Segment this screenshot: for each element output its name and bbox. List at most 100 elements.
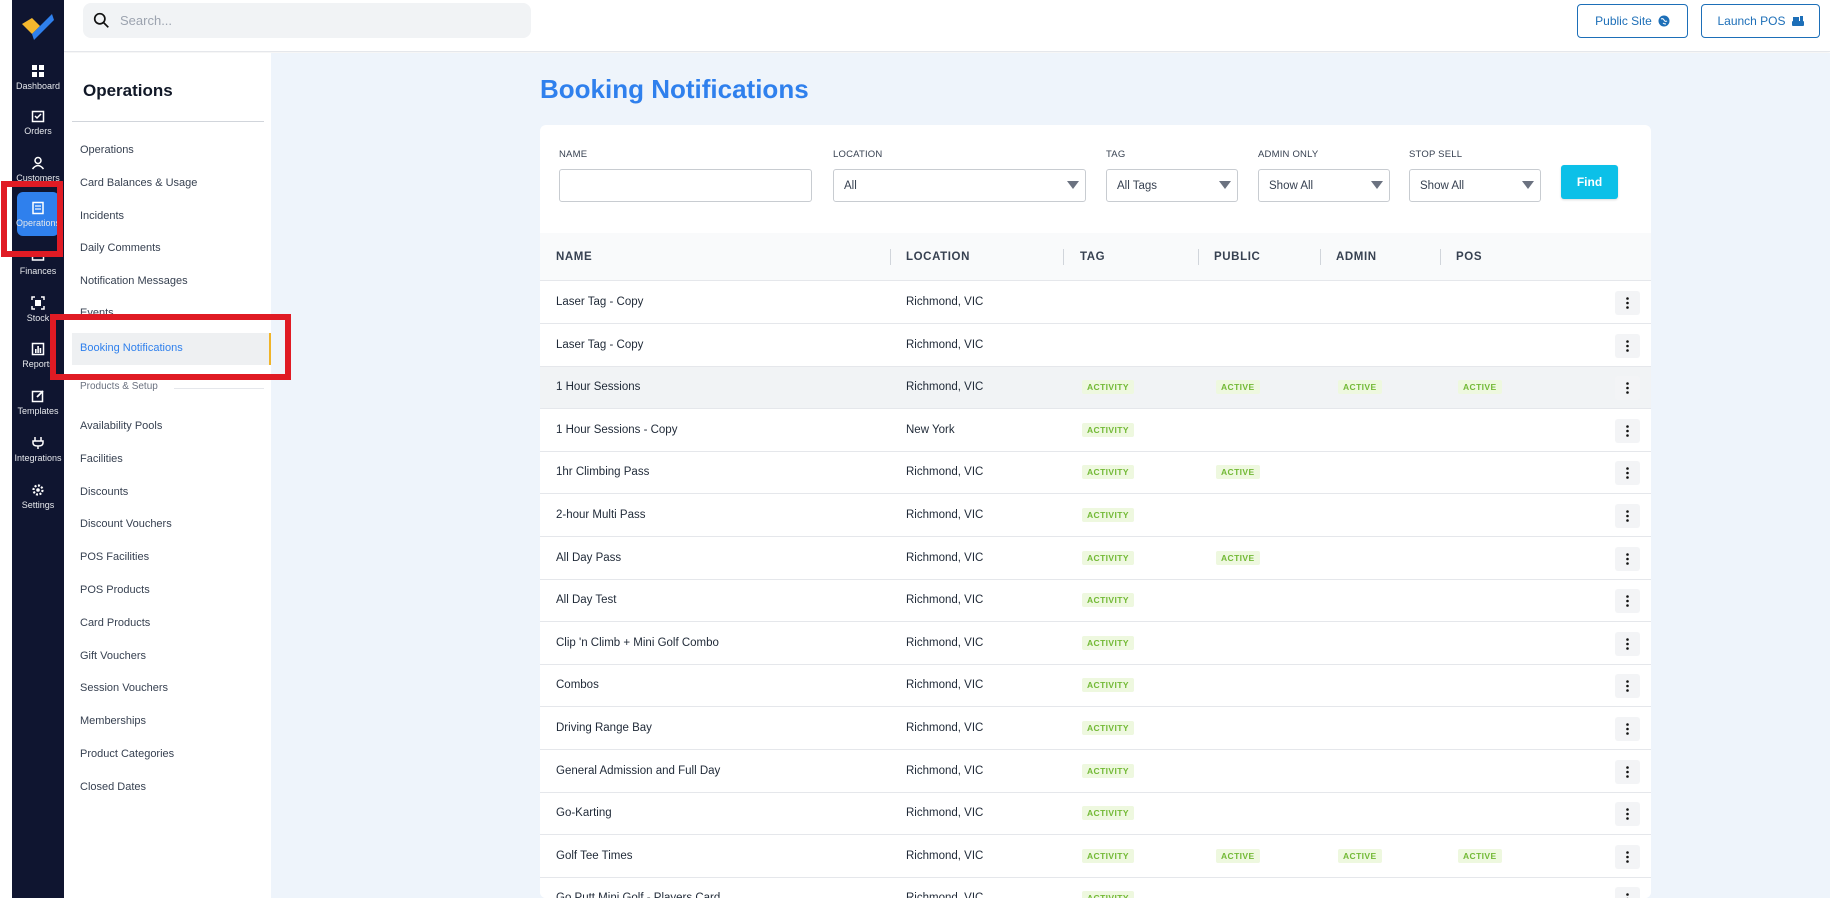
launch-pos-button[interactable]: Launch POS (1701, 4, 1820, 38)
subnav-item-notification-messages[interactable]: Notification Messages (80, 275, 188, 287)
table-row[interactable]: Go-Karting Richmond, VIC ACTIVITY (540, 793, 1651, 836)
column-header-admin[interactable]: ADMIN (1336, 251, 1377, 263)
more-vertical-icon (1626, 723, 1629, 735)
rail-item-dashboard[interactable]: Dashboard (12, 55, 64, 99)
subnav-item-gift-vouchers[interactable]: Gift Vouchers (80, 650, 146, 662)
row-actions-button[interactable] (1615, 674, 1640, 699)
row-location: Richmond, VIC (906, 636, 984, 649)
subnav-item-card-products[interactable]: Card Products (80, 617, 150, 629)
rail-item-settings[interactable]: Settings (12, 474, 64, 518)
finances-icon (31, 250, 45, 261)
row-tag-badge: ACTIVITY (1082, 550, 1134, 565)
search-input[interactable] (120, 13, 500, 28)
row-actions-button[interactable] (1615, 461, 1640, 486)
subnav-item-discount-vouchers[interactable]: Discount Vouchers (80, 518, 172, 530)
rail-item-orders[interactable]: Orders (12, 100, 64, 144)
subnav-item-session-vouchers[interactable]: Session Vouchers (80, 682, 168, 694)
app-logo[interactable] (18, 10, 58, 42)
subnav-item-closed-dates[interactable]: Closed Dates (80, 781, 146, 793)
table-row[interactable]: Clip 'n Climb + Mini Golf Combo Richmond,… (540, 622, 1651, 665)
subnav-item-pos-products[interactable]: POS Products (80, 584, 150, 596)
subnav-item-product-categories[interactable]: Product Categories (80, 748, 174, 760)
row-actions-button[interactable] (1615, 717, 1640, 741)
table-row[interactable]: Go Putt Mini Golf - Players Card Richmond… (540, 878, 1651, 898)
row-actions-button[interactable] (1615, 844, 1640, 869)
row-actions-button[interactable] (1615, 631, 1640, 656)
tag-select[interactable]: All Tags (1106, 169, 1238, 202)
subnav-item-pos-facilities[interactable]: POS Facilities (80, 551, 149, 563)
table-row[interactable]: Laser Tag - Copy Richmond, VIC (540, 282, 1651, 324)
table-row[interactable]: 1 Hour Sessions - Copy New York ACTIVITY (540, 409, 1651, 452)
filter-admin-only-label: ADMIN ONLY (1258, 149, 1319, 160)
table-row[interactable]: Combos Richmond, VIC ACTIVITY (540, 665, 1651, 708)
table-row[interactable]: 2-hour Multi Pass Richmond, VIC ACTIVITY (540, 495, 1651, 537)
rail-item-label: Orders (24, 125, 52, 136)
subnav-item-daily-comments[interactable]: Daily Comments (80, 242, 161, 254)
rail-item-stock[interactable]: Stock (12, 287, 64, 331)
column-header-tag[interactable]: TAG (1080, 251, 1105, 263)
admin-only-select[interactable]: Show All (1258, 169, 1390, 202)
subnav-item-booking-notifications[interactable]: Booking Notifications (72, 333, 271, 365)
name-filter-input[interactable] (559, 169, 812, 202)
stop-sell-select[interactable]: Show All (1409, 169, 1541, 202)
row-actions-button[interactable] (1615, 376, 1640, 401)
row-location: Richmond, VIC (906, 807, 984, 820)
global-search[interactable] (83, 3, 531, 38)
row-actions-button[interactable] (1615, 802, 1640, 827)
column-header-public[interactable]: PUBLIC (1214, 251, 1260, 263)
rail-item-customers[interactable]: Customers (12, 147, 64, 191)
rail-item-reports[interactable]: Reports (12, 333, 64, 377)
public-site-button[interactable]: Public Site (1577, 4, 1688, 38)
rail-item-operations[interactable]: Operations (15, 192, 61, 236)
rail-item-templates[interactable]: Templates (12, 380, 64, 424)
column-header-location[interactable]: LOCATION (906, 251, 970, 263)
row-public-badge: ACTIVE (1216, 550, 1260, 565)
column-separator (1440, 249, 1441, 265)
table-row[interactable]: Driving Range Bay Richmond, VIC ACTIVITY (540, 708, 1651, 750)
table-row[interactable]: 1 Hour Sessions Richmond, VIC ACTIVITY ACTI… (540, 367, 1651, 410)
table-row[interactable]: General Admission and Full Day Richmond, … (540, 750, 1651, 793)
column-header-pos[interactable]: POS (1456, 251, 1482, 263)
find-button[interactable]: Find (1561, 165, 1618, 199)
dropdown-caret-icon (1067, 181, 1079, 189)
row-actions-button[interactable] (1615, 546, 1640, 571)
subnav-item-operations[interactable]: Operations (80, 144, 134, 156)
table-row[interactable]: All Day Pass Richmond, VIC ACTIVITY ACTIVE (540, 537, 1651, 580)
more-vertical-icon (1626, 552, 1629, 565)
rail-item-integrations[interactable]: Integrations (12, 427, 64, 471)
subnav-item-availability-pools[interactable]: Availability Pools (80, 420, 162, 432)
row-actions-button[interactable] (1615, 418, 1640, 443)
rail-item-label: Operations (15, 217, 61, 228)
row-location: Richmond, VIC (906, 849, 984, 862)
row-pos-badge: ACTIVE (1458, 848, 1502, 863)
rail-item-finances[interactable]: Finances (12, 240, 64, 284)
divider (72, 121, 264, 122)
subnav-item-facilities[interactable]: Facilities (80, 453, 123, 465)
row-actions-button[interactable] (1615, 504, 1640, 528)
column-header-name[interactable]: NAME (556, 251, 592, 263)
row-actions-button[interactable] (1615, 759, 1640, 784)
subnav-item-events[interactable]: Events (80, 307, 114, 319)
subnav-item-memberships[interactable]: Memberships (80, 715, 146, 727)
table-row[interactable]: 1hr Climbing Pass Richmond, VIC ACTIVITY AC… (540, 452, 1651, 495)
rail-item-label: Dashboard (15, 80, 61, 91)
row-actions-button[interactable] (1615, 589, 1640, 614)
location-select[interactable]: All (833, 169, 1086, 202)
row-actions-button[interactable] (1615, 887, 1640, 898)
row-actions-button[interactable] (1615, 291, 1640, 315)
row-location: Richmond, VIC (906, 892, 983, 898)
row-location: Richmond, VIC (906, 551, 984, 564)
more-vertical-icon (1626, 765, 1629, 778)
subnav-item-discounts[interactable]: Discounts (80, 486, 128, 498)
operations-subnav: Operations Operations Card Balances & Usa… (64, 53, 271, 898)
subnav-item-card-balances-usage[interactable]: Card Balances & Usage (80, 177, 197, 189)
subnav-item-incidents[interactable]: Incidents (80, 210, 124, 222)
row-name: 1 Hour Sessions (556, 381, 641, 394)
row-admin-badge: ACTIVE (1338, 848, 1382, 863)
table-row[interactable]: Laser Tag - Copy Richmond, VIC (540, 324, 1651, 367)
table-row[interactable]: All Day Test Richmond, VIC ACTIVITY (540, 580, 1651, 623)
section-label-products-setup: Products & Setup (80, 381, 158, 392)
more-vertical-icon (1626, 424, 1629, 437)
row-actions-button[interactable] (1615, 333, 1640, 358)
table-row[interactable]: Golf Tee Times Richmond, VIC ACTIVITY ACTIV… (540, 835, 1651, 878)
